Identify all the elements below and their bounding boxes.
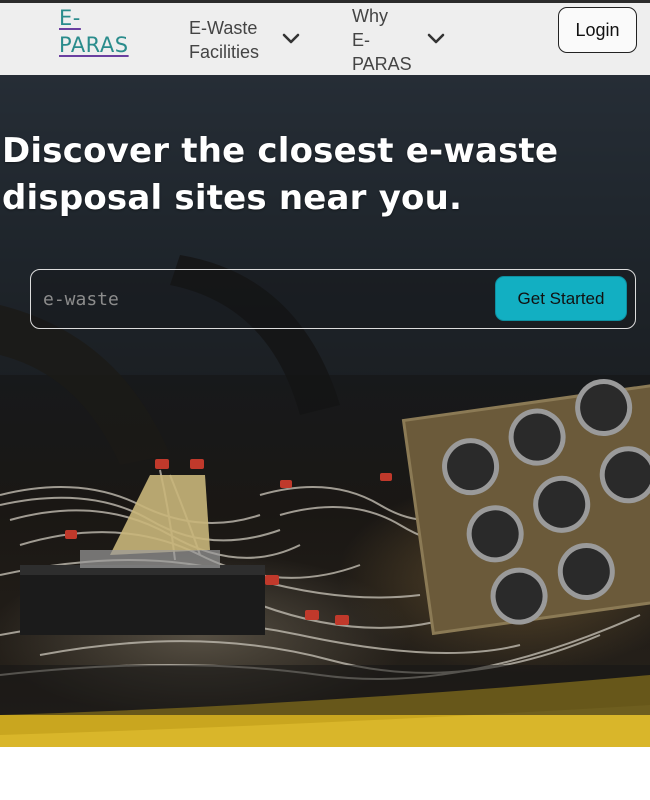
headline-line-2: disposal sites near you. [2, 178, 463, 218]
chevron-down-icon[interactable] [282, 33, 300, 45]
search-input[interactable] [43, 280, 483, 318]
logo-link[interactable]: E- PARAS [59, 5, 149, 59]
nav-why-line-3: PARAS [352, 54, 412, 74]
get-started-button[interactable]: Get Started [495, 276, 627, 321]
hero-section: Discover the closest e-waste disposal si… [0, 75, 650, 747]
navbar: E- PARAS E-Waste Facilities Why E- PARAS… [0, 3, 650, 75]
nav-ewaste-facilities[interactable]: E-Waste Facilities [189, 16, 279, 64]
search-bar: Get Started [30, 269, 636, 329]
nav-why-line-2: E- [352, 30, 370, 50]
logo-line-1: E- [59, 6, 81, 30]
page-bottom [0, 747, 650, 800]
login-button[interactable]: Login [558, 7, 637, 53]
nav-facilities-line-2: Facilities [189, 42, 260, 62]
nav-why-line-1: Why [352, 6, 388, 26]
nav-why-eparas[interactable]: Why E- PARAS [352, 4, 412, 76]
logo-line-2: PARAS [59, 33, 129, 57]
headline-line-1: Discover the closest e-waste [2, 131, 559, 171]
hero-headline: Discover the closest e-waste disposal si… [2, 128, 602, 222]
chevron-down-icon[interactable] [427, 33, 445, 45]
nav-facilities-line-1: E-Waste [189, 18, 258, 38]
